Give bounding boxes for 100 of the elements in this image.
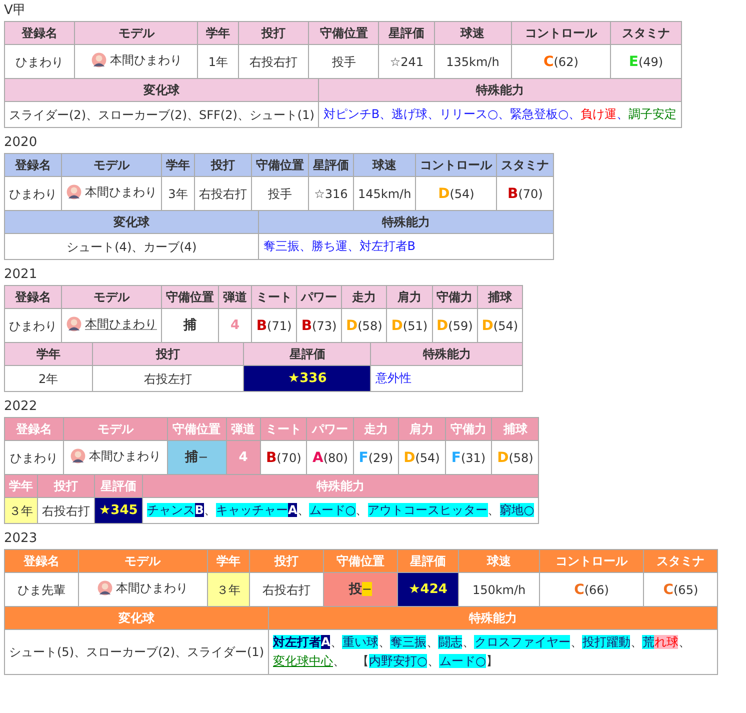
header-cell: パワー	[306, 418, 354, 440]
header-cell: 登録名	[4, 286, 62, 308]
table-cell: 右投右打	[238, 44, 309, 78]
header-cell: 守備位置	[167, 418, 226, 440]
table-cell: 投手	[252, 176, 308, 210]
model-name: 本間ひまわり	[116, 580, 188, 596]
header-cell: モデル	[62, 286, 162, 308]
grade-cell: C(65)	[644, 572, 718, 606]
trajectory-cell: 4	[226, 440, 260, 474]
grade-cell: D(51)	[386, 308, 432, 342]
header-cell: 星評価	[378, 22, 434, 44]
header-cell: 守備力	[432, 286, 478, 308]
header-cell: 守備位置	[324, 550, 398, 572]
header-cell: 球速	[354, 154, 416, 176]
header-cell: コントロール	[539, 550, 644, 572]
header-cell: 肩力	[386, 286, 432, 308]
ability-list: 奪三振、勝ち運、対左打者B	[258, 234, 554, 260]
grade-cell: F(29)	[354, 440, 398, 474]
header-cell: 守備位置	[252, 154, 308, 176]
header-cell: 守備位置	[308, 22, 379, 44]
star-rating-cell: ★336	[244, 366, 371, 392]
star-rating-cell: ☆316	[308, 176, 354, 210]
avatar-icon	[97, 580, 114, 596]
header-cell: 星評価	[94, 474, 142, 498]
header-cell: 特殊能力	[370, 342, 523, 366]
header-cell: パワー	[296, 286, 342, 308]
star-rating-cell: ★345	[94, 498, 142, 524]
year-cell: 1年	[198, 44, 239, 78]
table-cell: シュート(5)、スローカーブ(2)、スライダー(1)	[4, 630, 268, 674]
table-cell: 右投右打	[194, 176, 252, 210]
table-cell: 右投右打	[38, 498, 94, 524]
header-cell: 捕球	[492, 418, 539, 440]
year-cell: ３年	[4, 498, 38, 524]
avatar-icon	[66, 316, 82, 332]
grade-cell: E(49)	[610, 44, 682, 78]
table-cell: ひま先輩	[4, 572, 78, 606]
grade-cell: B(70)	[260, 440, 307, 474]
header-cell: 学年	[4, 342, 92, 366]
trajectory-cell: 4	[218, 308, 252, 342]
header-cell: モデル	[64, 418, 168, 440]
ability-list: 意外性	[370, 366, 523, 392]
header-cell: 星評価	[244, 342, 371, 366]
header-cell: 変化球	[4, 210, 259, 234]
header-cell: 特殊能力	[258, 210, 554, 234]
grade-cell: B(73)	[296, 308, 342, 342]
header-cell: モデル	[74, 22, 198, 44]
header-cell: 投打	[250, 550, 324, 572]
position-cell: 捕−	[167, 440, 226, 474]
header-cell: 投打	[92, 342, 244, 366]
section-title: 2020	[4, 134, 38, 151]
grade-cell: D(54)	[477, 308, 523, 342]
position-cell: 投−	[324, 572, 398, 606]
header-cell: 球速	[458, 550, 540, 572]
header-cell: スタミナ	[610, 22, 682, 44]
position-cell: 捕	[162, 308, 218, 342]
header-cell: 特殊能力	[268, 606, 718, 630]
grade-cell: D(54)	[398, 440, 446, 474]
star-rating-cell: ★424	[397, 572, 459, 606]
year-cell: 3年	[162, 176, 194, 210]
header-cell: 走力	[342, 286, 387, 308]
table-cell: スライダー(2)、スローカーブ(2)、SFF(2)、シュート(1)	[4, 102, 319, 128]
ability-list: 対ピンチB、逃げ球、リリース○、緊急登板○、負け運、調子安定	[318, 102, 682, 128]
model-name: 本間ひまわり	[88, 448, 161, 464]
table-cell: 145km/h	[354, 176, 416, 210]
header-cell: 変化球	[4, 78, 319, 102]
table-cell: 投手	[308, 44, 379, 78]
header-cell: 学年	[198, 22, 239, 44]
header-cell: 星評価	[308, 154, 354, 176]
header-cell: 学年	[207, 550, 250, 572]
header-cell: 球速	[434, 22, 512, 44]
header-cell: モデル	[78, 550, 208, 572]
avatar-icon	[66, 184, 82, 200]
section-title: V甲	[4, 2, 27, 19]
header-cell: 守備位置	[162, 286, 218, 308]
grade-cell: D(54)	[416, 176, 497, 210]
model-name: 本間ひまわり	[85, 184, 157, 200]
header-cell: 登録名	[4, 22, 75, 44]
header-cell: ミート	[252, 286, 296, 308]
header-cell: モデル	[62, 154, 162, 176]
section-title: 2021	[4, 266, 38, 283]
table-cell: シュート(4)、カーブ(4)	[4, 234, 259, 260]
table-cell: ひまわり	[4, 176, 62, 210]
table-cell: 150km/h	[458, 572, 540, 606]
grade-cell: C(66)	[539, 572, 644, 606]
grade-cell: B(71)	[252, 308, 296, 342]
header-cell: ミート	[260, 418, 307, 440]
ability-list: チャンスB、キャッチャーA、ムード○、アウトコースヒッター、窮地○	[142, 498, 539, 524]
header-cell: 守備力	[445, 418, 492, 440]
header-cell: 登録名	[4, 550, 78, 572]
header-cell: 弾道	[226, 418, 260, 440]
grade-cell: A(80)	[306, 440, 354, 474]
section-title: 2023	[4, 530, 38, 547]
header-cell: 学年	[4, 474, 38, 498]
section-title: 2022	[4, 398, 38, 415]
year-cell: ３年	[207, 572, 250, 606]
star-rating-cell: ☆241	[378, 44, 434, 78]
grade-cell: D(58)	[342, 308, 387, 342]
header-cell: 登録名	[4, 154, 62, 176]
header-cell: 走力	[354, 418, 398, 440]
header-cell: 肩力	[398, 418, 446, 440]
